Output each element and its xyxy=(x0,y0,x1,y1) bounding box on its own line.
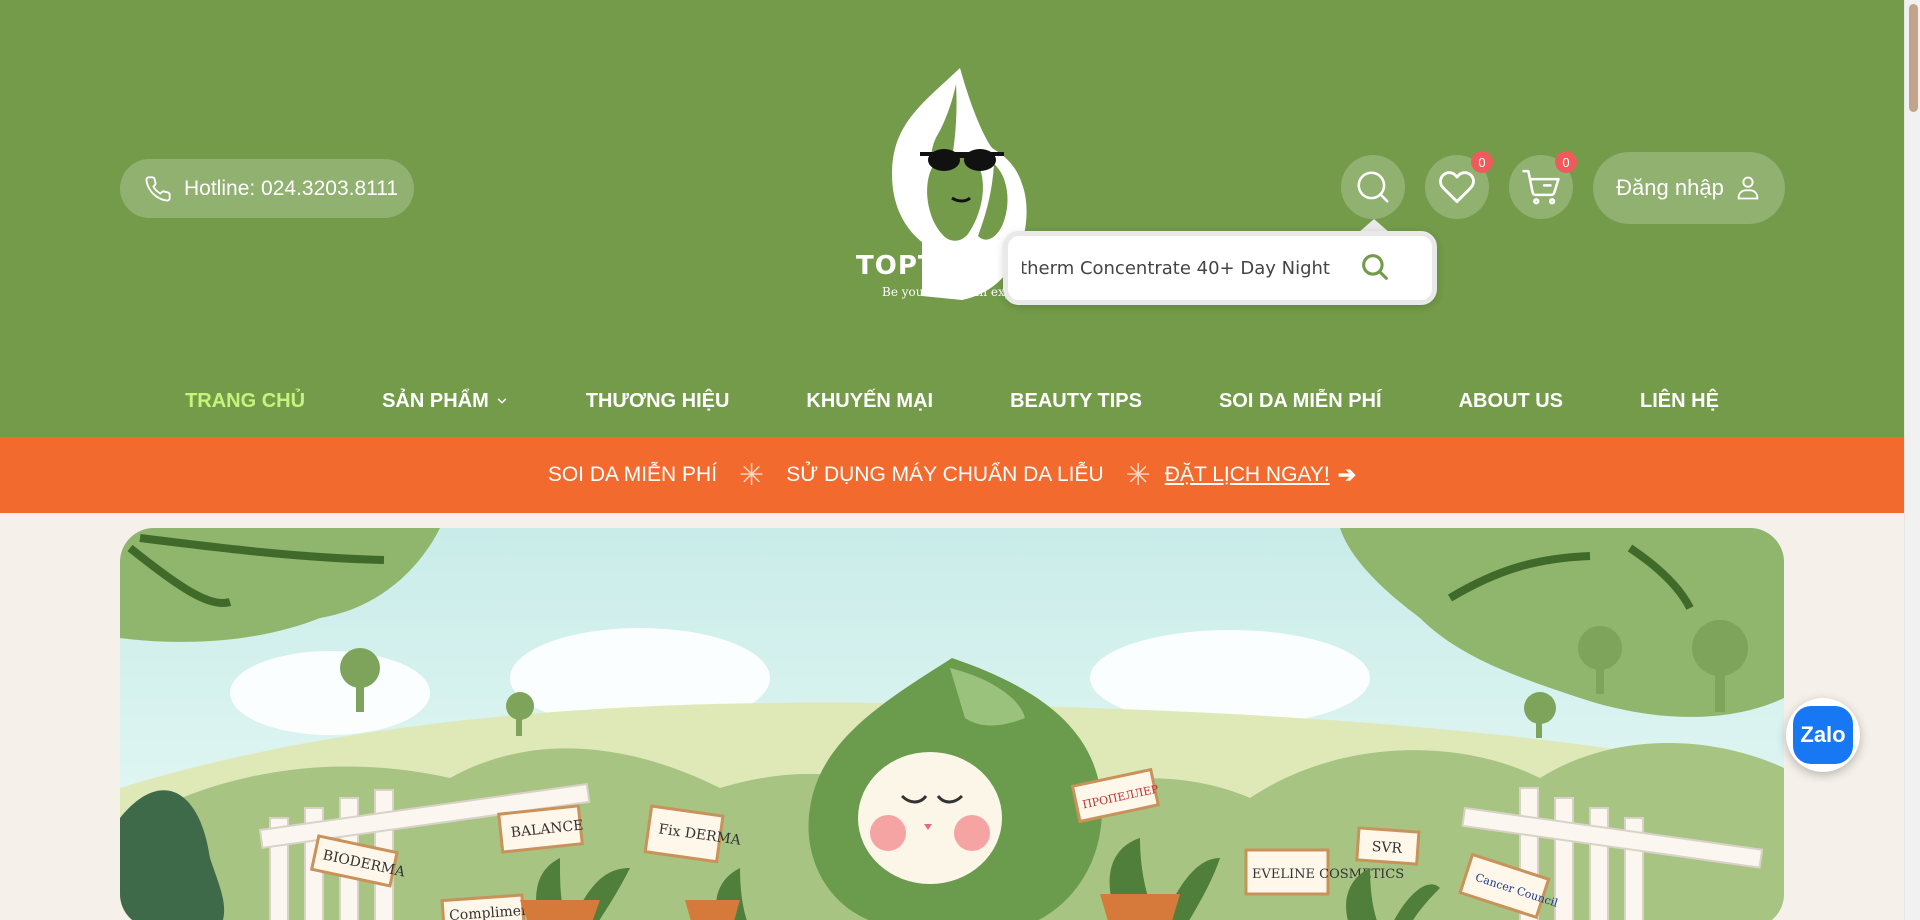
promo-text-2: SỬ DỤNG MÁY CHUẨN DA LIỄU xyxy=(786,463,1104,486)
hero-banner[interactable]: BIODERMA BALANCE Fix DERMA Compliment ПР… xyxy=(120,528,1784,920)
heart-icon xyxy=(1439,171,1475,203)
arrow-right-icon: ➔ xyxy=(1337,462,1357,487)
chevron-down-icon xyxy=(497,398,507,404)
cart-count-badge: 0 xyxy=(1555,151,1577,173)
search-icon xyxy=(1357,171,1389,203)
phone-icon xyxy=(145,175,171,201)
search-input[interactable] xyxy=(1008,248,1330,288)
hotline-button[interactable]: Hotline: 024.3203.8111 xyxy=(120,159,414,218)
page-scrollbar[interactable] xyxy=(1904,0,1920,920)
nav-item-soi-da[interactable]: SOI DA MIỄN PHÍ xyxy=(1219,390,1382,413)
nav-item-trang-chu[interactable]: TRANG CHỦ xyxy=(185,390,305,413)
hotline-label: Hotline: 024.3203.8111 xyxy=(184,176,399,200)
cart-icon xyxy=(1522,169,1560,205)
sparkle-icon: ✳ xyxy=(739,458,765,492)
site-header: Hotline: 024.3203.8111 TOPTOTOES Be your… xyxy=(0,0,1904,437)
nav-item-label: BEAUTY TIPS xyxy=(1010,389,1142,412)
zalo-chat-button[interactable]: Zalo xyxy=(1786,698,1860,772)
wishlist-count-badge: 0 xyxy=(1471,151,1493,173)
nav-item-label: KHUYẾN MẠI xyxy=(806,389,934,412)
promo-cta-link[interactable]: ĐẶT LỊCH NGAY! xyxy=(1165,463,1330,487)
nav-item-label: SOI DA MIỄN PHÍ xyxy=(1218,389,1382,412)
search-submit-icon[interactable] xyxy=(1358,250,1392,284)
nav-item-san-pham[interactable]: SẢN PHẨM xyxy=(382,390,509,413)
nav-item-thuong-hieu[interactable]: THƯƠNG HIỆU xyxy=(586,390,730,413)
hero-sign-label: SVR xyxy=(1371,839,1403,857)
zalo-label: Zalo xyxy=(1800,722,1846,747)
nav-item-label: SẢN PHẨM xyxy=(382,389,489,412)
sparkle-icon: ✳ xyxy=(1125,458,1151,492)
wishlist-button[interactable]: 0 xyxy=(1425,151,1493,219)
main-nav: TRANG CHỦ SẢN PHẨM THƯƠNG HIỆU KHUYẾN MẠ… xyxy=(0,378,1904,424)
nav-item-label: TRANG CHỦ xyxy=(185,389,306,412)
cart-button[interactable]: 0 xyxy=(1509,151,1577,219)
nav-item-label: THƯƠNG HIỆU xyxy=(585,389,730,412)
hero-illustration: BIODERMA BALANCE Fix DERMA Compliment ПР… xyxy=(120,528,1784,920)
login-button[interactable]: Đăng nhập xyxy=(1593,152,1785,224)
search-popup xyxy=(1003,231,1437,305)
user-icon xyxy=(1737,176,1759,200)
nav-item-about-us[interactable]: ABOUT US xyxy=(1459,390,1563,413)
hero-sign-label: EVELINE COSMETICS xyxy=(1252,867,1404,882)
promo-banner: SOI DA MIỄN PHÍ ✳ SỬ DỤNG MÁY CHUẨN DA L… xyxy=(0,437,1904,513)
nav-item-lien-he[interactable]: LIÊN HỆ xyxy=(1640,390,1719,413)
search-toggle-button[interactable] xyxy=(1341,155,1405,219)
zalo-icon: Zalo xyxy=(1793,706,1853,764)
login-label: Đăng nhập xyxy=(1616,175,1724,200)
nav-item-beauty-tips[interactable]: BEAUTY TIPS xyxy=(1010,390,1142,413)
promo-cta[interactable]: ĐẶT LỊCH NGAY! ➔ xyxy=(1165,462,1356,488)
promo-text-1: SOI DA MIỄN PHÍ xyxy=(547,463,718,486)
nav-item-label: ABOUT US xyxy=(1458,389,1564,412)
nav-item-label: LIÊN HỆ xyxy=(1640,389,1719,412)
nav-item-khuyen-mai[interactable]: KHUYẾN MẠI xyxy=(806,390,933,413)
scrollbar-thumb[interactable] xyxy=(1909,4,1918,112)
